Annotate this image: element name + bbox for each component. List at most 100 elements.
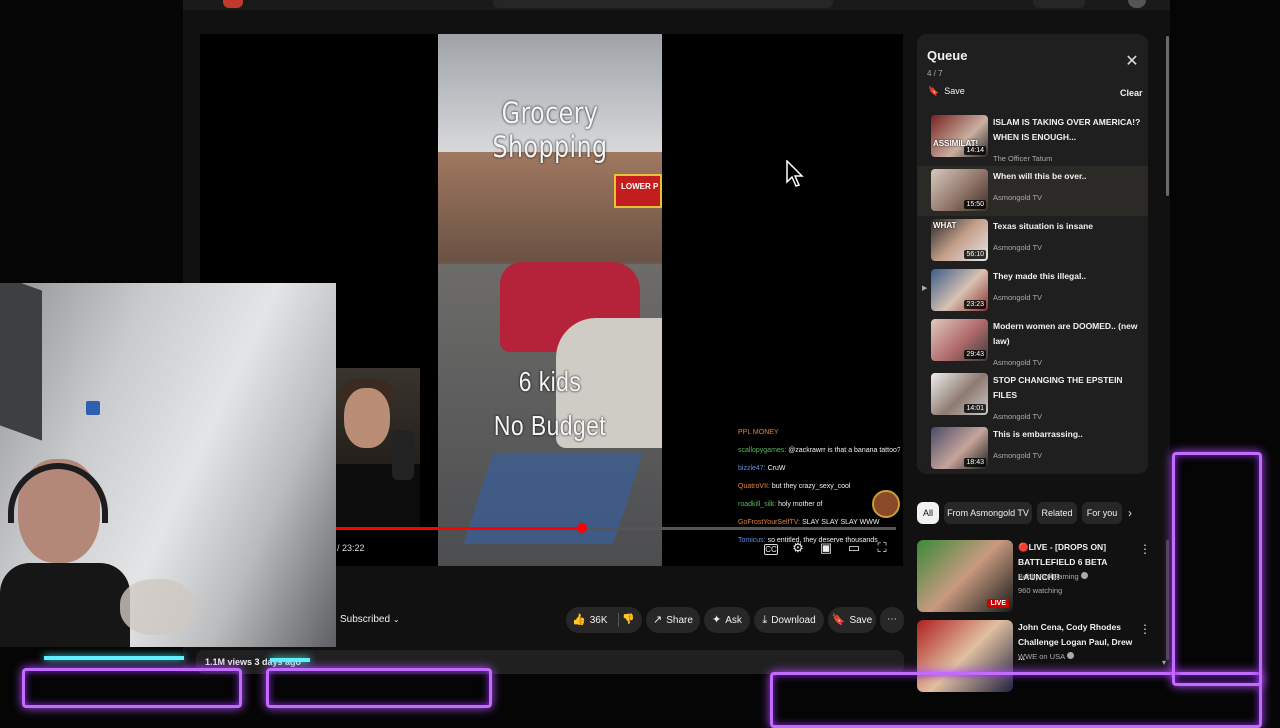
ask-button[interactable]: ✦ Ask bbox=[704, 607, 750, 633]
recommendation-meta: 960 watching bbox=[1018, 586, 1063, 595]
thumbs-down-icon[interactable]: 👎 bbox=[622, 607, 634, 633]
progress-bar[interactable] bbox=[336, 523, 896, 533]
duration-badge: 29:43 bbox=[964, 350, 986, 359]
queue-item-title: Texas situation is insane bbox=[993, 221, 1093, 231]
ask-label: Ask bbox=[725, 615, 742, 626]
recommendation-channel: BobbyPoffGaming bbox=[1018, 572, 1088, 581]
neon-frame-right bbox=[1172, 452, 1262, 686]
queue-thumbnail[interactable]: ASSIMILAT! 14:14 bbox=[931, 115, 988, 157]
video-parking-mark bbox=[463, 454, 643, 544]
video-caption-line2: No Budget bbox=[493, 410, 607, 441]
duration-badge: 23:23 bbox=[964, 300, 986, 309]
recommendation-channel: WWE on USA bbox=[1018, 652, 1074, 661]
share-button[interactable]: ↗ Share bbox=[646, 607, 700, 633]
search-input[interactable] bbox=[493, 0, 833, 8]
chevron-down-icon: ⌄ bbox=[392, 615, 400, 624]
top-bar bbox=[183, 0, 1170, 10]
subscribed-button[interactable]: Subscribed ⌄ bbox=[336, 608, 410, 632]
save-button[interactable]: 🔖 Save bbox=[828, 607, 876, 633]
close-icon[interactable]: ✕ bbox=[1124, 54, 1140, 70]
chat-username: GoFrostYourSelfTV: bbox=[738, 519, 801, 526]
chip-all[interactable]: All bbox=[917, 502, 939, 524]
recs-scrollbar[interactable] bbox=[1166, 540, 1169, 660]
queue-item[interactable]: ▶ 23:23 They made this illegal.. Asmongold … bbox=[917, 266, 1148, 316]
time-display: / 23:22 bbox=[337, 543, 365, 553]
verified-icon bbox=[1080, 572, 1088, 579]
webcam-wall-shadow bbox=[0, 283, 42, 441]
queue-item[interactable]: 18:43 This is embarrassing.. Asmongold TV bbox=[917, 424, 1148, 474]
bookmark-icon: 🔖 bbox=[831, 614, 846, 626]
queue-item-title: ISLAM IS TAKING OVER AMERICA!? WHEN IS E… bbox=[993, 117, 1141, 142]
verified-icon bbox=[1066, 652, 1074, 659]
chat-username: Tomicus: bbox=[738, 537, 766, 544]
miniplayer-icon[interactable]: ▣ bbox=[818, 540, 834, 556]
queue-thumbnail[interactable]: 29:43 bbox=[931, 319, 988, 361]
queue-item-channel: Asmongold TV bbox=[993, 451, 1043, 460]
chat-username: roadkill_silk: bbox=[738, 501, 777, 508]
queue-item-title: This is embarrassing.. bbox=[993, 429, 1083, 439]
chat-text: holy mother of bbox=[776, 501, 823, 508]
share-icon: ↗ bbox=[653, 614, 663, 626]
queue-item[interactable]: 14:01 STOP CHANGING THE EPSTEIN FILES Asmo… bbox=[917, 370, 1148, 421]
more-options-icon[interactable]: ⋮ bbox=[1139, 622, 1151, 636]
divider bbox=[618, 613, 619, 627]
chat-text: SLAY SLAY SLAY WWW bbox=[800, 519, 880, 526]
duration-badge: 14:14 bbox=[964, 146, 986, 155]
bookmark-icon: 🔖 bbox=[928, 86, 940, 96]
queue-item-title: They made this illegal.. bbox=[993, 271, 1087, 281]
queue-item-channel: The Officer Tatum bbox=[993, 154, 1053, 163]
chip-for-you[interactable]: For you bbox=[1082, 502, 1122, 524]
video-caption-line1: 6 kids bbox=[518, 366, 582, 397]
neon-accent-cyan bbox=[44, 656, 184, 660]
queue-item[interactable]: ASSIMILAT! 14:14 ISLAM IS TAKING OVER AMER… bbox=[917, 112, 1148, 163]
microphone-icon bbox=[392, 430, 414, 480]
queue-save-label: Save bbox=[944, 86, 965, 96]
chat-username: bizzle47: bbox=[738, 465, 766, 472]
thumbnail-text: WHAT bbox=[933, 221, 957, 230]
webcam-hand bbox=[120, 579, 194, 635]
queue-save-button[interactable]: 🔖 Save bbox=[928, 86, 965, 97]
mouse-cursor-icon bbox=[786, 159, 804, 188]
more-options-icon[interactable]: ⋮ bbox=[1139, 542, 1151, 556]
settings-gear-icon[interactable]: ⚙ bbox=[790, 540, 806, 556]
chat-username: scallopygames: bbox=[738, 447, 787, 454]
chip-related[interactable]: Related bbox=[1037, 502, 1077, 524]
scroll-down-icon[interactable]: ▾ bbox=[1162, 658, 1166, 667]
avatar[interactable] bbox=[1128, 0, 1146, 8]
chat-text: @zackrawrr is that a banana tattoo? bbox=[786, 447, 900, 454]
create-button[interactable] bbox=[1033, 0, 1085, 8]
inset-face bbox=[344, 388, 390, 448]
queue-thumbnail[interactable]: 23:23 bbox=[931, 269, 988, 311]
thumbs-up-icon[interactable]: 👍 bbox=[572, 614, 586, 626]
chip-from-asmongold[interactable]: From Asmongold TV bbox=[944, 502, 1032, 524]
like-count: 36K bbox=[589, 615, 608, 626]
recommendation-item[interactable]: LIVE 🔴LIVE - [DROPS ON] BATTLEFIELD 6 BET… bbox=[917, 540, 1157, 616]
duration-badge: 18:43 bbox=[964, 458, 986, 467]
chevron-right-icon[interactable]: › bbox=[1128, 506, 1132, 520]
queue-thumbnail[interactable]: WHAT 56:10 bbox=[931, 219, 988, 261]
neon-accent-cyan-2 bbox=[270, 658, 310, 662]
queue-item[interactable]: 15:50 When will this be over.. Asmongold T… bbox=[917, 166, 1148, 216]
neon-frame-middle bbox=[266, 668, 492, 708]
queue-scrollbar[interactable] bbox=[1166, 36, 1169, 196]
progress-fill bbox=[336, 527, 583, 530]
youtube-logo-icon[interactable] bbox=[223, 0, 243, 8]
share-label: Share bbox=[666, 615, 693, 626]
queue-title: Queue bbox=[927, 48, 968, 63]
theater-mode-icon[interactable]: ▭ bbox=[846, 540, 862, 556]
queue-item[interactable]: 29:43 Modern women are DOOMED.. (new law)… bbox=[917, 316, 1148, 367]
recommendation-thumbnail[interactable]: LIVE bbox=[917, 540, 1013, 612]
live-badge: LIVE bbox=[987, 599, 1009, 608]
fullscreen-icon[interactable]: ⛶ bbox=[874, 540, 890, 556]
queue-thumbnail[interactable]: 18:43 bbox=[931, 427, 988, 469]
queue-thumbnail[interactable]: 15:50 bbox=[931, 169, 988, 211]
captions-button[interactable]: CC bbox=[764, 544, 778, 555]
queue-item[interactable]: WHAT 56:10 Texas situation is insane Asmong… bbox=[917, 216, 1148, 266]
queue-item-title: When will this be over.. bbox=[993, 171, 1087, 181]
like-dislike-group[interactable]: 👍 36K 👎 bbox=[566, 607, 642, 633]
download-button[interactable]: ⤓ Download bbox=[754, 607, 824, 633]
video-frame[interactable]: LOWER P Grocery Shopping 6 kids No Budge… bbox=[438, 34, 662, 566]
queue-thumbnail[interactable]: 14:01 bbox=[931, 373, 988, 415]
queue-clear-button[interactable]: Clear bbox=[1120, 88, 1143, 98]
more-actions-icon[interactable]: ⋯ bbox=[880, 607, 904, 633]
